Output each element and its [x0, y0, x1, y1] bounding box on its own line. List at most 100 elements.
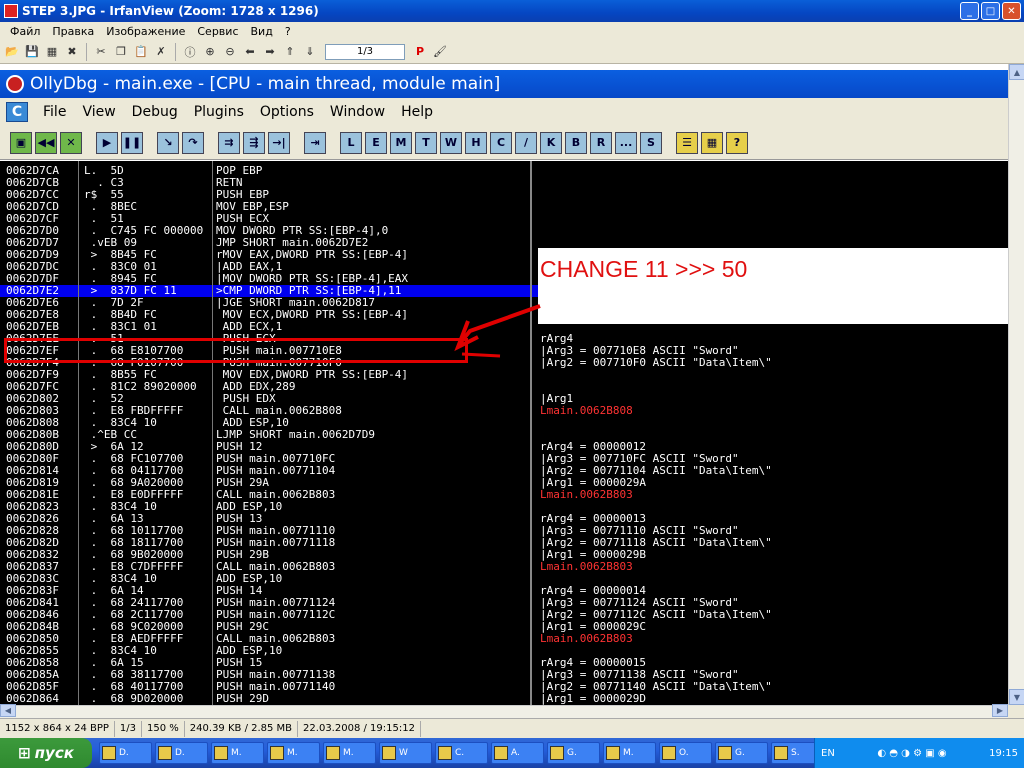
info-icon[interactable]: ⓘ	[181, 43, 199, 61]
close-button[interactable]: ✕	[1002, 2, 1021, 20]
ollydbg-menu-item[interactable]: Debug	[125, 104, 185, 120]
ollydbg-menu-item[interactable]: Plugins	[187, 104, 251, 120]
app-icon	[494, 746, 508, 760]
taskbar-button[interactable]: O.	[659, 742, 712, 764]
window-shortcut-button[interactable]: R	[590, 131, 612, 154]
run-icon[interactable]: ▶	[96, 131, 118, 154]
taskbar-button[interactable]: A.	[491, 742, 544, 764]
ollydbg-menu-item[interactable]: View	[75, 104, 122, 120]
trace-over-icon[interactable]: ⇶	[243, 131, 265, 154]
window-shortcut-button[interactable]: /	[515, 131, 537, 154]
window-shortcut-button[interactable]: B	[565, 131, 587, 154]
open-file-icon[interactable]: ▣	[10, 131, 32, 154]
window-shortcut-button[interactable]: ...	[615, 131, 637, 154]
disasm-row[interactable]: 0062D864 . 68 9D020000 PUSH 29D	[0, 693, 530, 705]
taskbar-button[interactable]: G.	[715, 742, 768, 764]
system-tray: EN ◐ ◓ ◑ ⚙ ▣ ◉ 19:15	[814, 738, 1024, 768]
window-shortcut-button[interactable]: S	[640, 131, 662, 154]
taskbar-button[interactable]: M.	[211, 742, 264, 764]
taskbar-button[interactable]: D.	[99, 742, 152, 764]
window-shortcut-button[interactable]: K	[540, 131, 562, 154]
open-icon[interactable]: 📂	[3, 43, 21, 61]
zoom-out-icon[interactable]: ⊖	[221, 43, 239, 61]
cpu-disassembly-pane[interactable]: 0062D7CA L. 5D POP EBP 0062D7CB . C3 RETN 006…	[0, 161, 1008, 705]
back-icon[interactable]: ⬅	[241, 43, 259, 61]
scroll-down-icon[interactable]: ▼	[1009, 689, 1024, 705]
ollydbg-title: OllyDbg - main.exe - [CPU - main thread,…	[30, 74, 501, 94]
delete-icon[interactable]: ✗	[152, 43, 170, 61]
step-over-icon[interactable]: ↷	[182, 131, 204, 154]
ollydbg-titlebar: OllyDbg - main.exe - [CPU - main thread,…	[0, 70, 1008, 98]
comment-line: |Arg1 = 0000029D	[540, 692, 646, 705]
comment-line: Lmain.0062B803	[540, 632, 633, 645]
forward-icon[interactable]: ➡	[261, 43, 279, 61]
save-icon[interactable]: 💾	[23, 43, 41, 61]
status-field: 22.03.2008 / 19:15:12	[298, 720, 421, 737]
execute-till-return-icon[interactable]: →|	[268, 131, 290, 154]
menu-item[interactable]: ?	[279, 25, 297, 38]
menu-item[interactable]: Сервис	[191, 25, 244, 38]
step-into-icon[interactable]: ↘	[157, 131, 179, 154]
taskbar-button[interactable]: W	[379, 742, 432, 764]
copy-icon[interactable]: ❐	[112, 43, 130, 61]
vertical-scrollbar[interactable]: ▲ ▼	[1008, 64, 1024, 705]
taskbar-button[interactable]: C.	[435, 742, 488, 764]
window-shortcut-button[interactable]: T	[415, 131, 437, 154]
restart-icon[interactable]: ◀◀	[35, 131, 57, 154]
zoom-in-icon[interactable]: ⊕	[201, 43, 219, 61]
comment-line: |Arg2 = 007710F0 ASCII "Data\Item\"	[540, 356, 772, 369]
ollydbg-menu-item[interactable]: File	[36, 104, 73, 120]
grid-view-icon[interactable]: ▦	[701, 131, 723, 154]
menu-item[interactable]: Изображение	[100, 25, 191, 38]
horizontal-scrollbar[interactable]: ◀ ▶	[0, 704, 1008, 718]
pause-icon[interactable]: ❚❚	[121, 131, 143, 154]
taskbar-button[interactable]: D.	[155, 742, 208, 764]
last-icon[interactable]: ⇓	[301, 43, 319, 61]
disasm-row[interactable]: 0062D83C . 83C4 10 ADD ESP,10	[0, 573, 530, 585]
scroll-right-icon[interactable]: ▶	[992, 704, 1008, 717]
ollydbg-menu-item[interactable]: Options	[253, 104, 321, 120]
window-shortcut-button[interactable]: C	[490, 131, 512, 154]
taskbar-button[interactable]: M.	[267, 742, 320, 764]
disasm-row[interactable]: 0062D855 . 83C4 10 ADD ESP,10	[0, 645, 530, 657]
scroll-up-icon[interactable]: ▲	[1009, 64, 1024, 80]
grid-icon[interactable]: ▦	[43, 43, 61, 61]
scroll-left-icon[interactable]: ◀	[0, 704, 16, 717]
paint-icon[interactable]: 🖌	[431, 43, 449, 61]
go-to-icon[interactable]: ⇥	[304, 131, 326, 154]
ollydbg-menu-item[interactable]: Help	[394, 104, 440, 120]
window-shortcut-button[interactable]: M	[390, 131, 412, 154]
language-indicator[interactable]: EN	[821, 748, 835, 759]
ollydbg-menu-item[interactable]: Window	[323, 104, 392, 120]
window-shortcut-button[interactable]: E	[365, 131, 387, 154]
menu-item[interactable]: Вид	[245, 25, 279, 38]
cut-icon[interactable]: ✂	[92, 43, 110, 61]
page-input[interactable]: 1/3	[325, 43, 405, 60]
window-shortcut-button[interactable]: W	[440, 131, 462, 154]
print-icon[interactable]: P	[411, 43, 429, 61]
window-shortcut-button[interactable]: L	[340, 131, 362, 154]
menu-item[interactable]: Файл	[4, 25, 46, 38]
annotation-note: CHANGE 11 >>> 50	[538, 248, 1008, 324]
taskbar-button[interactable]: G.	[547, 742, 600, 764]
paste-icon[interactable]: 📋	[132, 43, 150, 61]
disasm-row[interactable]: 0062D80B .^EB CC LJMP SHORT main.0062D7D9	[0, 429, 530, 441]
first-icon[interactable]: ⇑	[281, 43, 299, 61]
help-icon[interactable]: ?	[726, 131, 748, 154]
taskbar-button-label: G.	[567, 748, 577, 758]
start-button[interactable]: ⊞ пуск	[0, 738, 92, 768]
trace-into-icon[interactable]: ⇉	[218, 131, 240, 154]
app-icon	[438, 746, 452, 760]
image-viewer[interactable]: OllyDbg - main.exe - [CPU - main thread,…	[0, 64, 1008, 705]
taskbar-button[interactable]: M.	[603, 742, 656, 764]
list-icon[interactable]: ☰	[676, 131, 698, 154]
maximize-button[interactable]: □	[981, 2, 1000, 20]
disasm-row[interactable]: 0062D7CA L. 5D POP EBP	[0, 165, 530, 177]
taskbar-button[interactable]: M.	[323, 742, 376, 764]
window-shortcut-button[interactable]: H	[465, 131, 487, 154]
disasm-row[interactable]: 0062D823 . 83C4 10 ADD ESP,10	[0, 501, 530, 513]
minimize-button[interactable]: _	[960, 2, 979, 20]
menu-item[interactable]: Правка	[46, 25, 100, 38]
close-debug-icon[interactable]: ✕	[60, 131, 82, 154]
close-icon[interactable]: ✖	[63, 43, 81, 61]
